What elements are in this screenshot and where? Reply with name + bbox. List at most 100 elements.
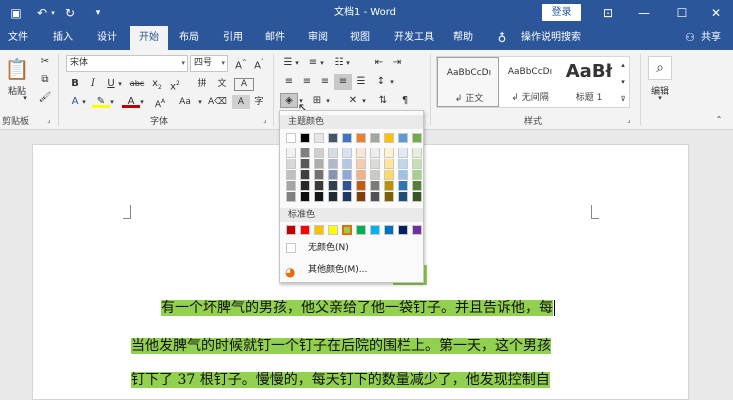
tab-home[interactable]: 开始 xyxy=(130,26,168,50)
font-launcher-icon[interactable]: ⌟ xyxy=(260,114,270,126)
tab-design[interactable]: 设计 xyxy=(88,26,126,50)
theme-shade-swatch[interactable] xyxy=(370,148,380,158)
style-heading-1[interactable]: AaBł 标题 1 xyxy=(561,57,617,107)
theme-shade-swatch[interactable] xyxy=(356,148,366,158)
theme-shade-swatch[interactable] xyxy=(412,170,422,180)
redo-icon[interactable]: ↻ xyxy=(60,3,80,23)
theme-shade-swatch[interactable] xyxy=(300,159,310,169)
theme-shade-swatch[interactable] xyxy=(342,159,352,169)
standard-color-swatch[interactable] xyxy=(370,225,380,235)
theme-shade-swatch[interactable] xyxy=(412,159,422,169)
theme-shade-swatch[interactable] xyxy=(342,170,352,180)
theme-shade-swatch[interactable] xyxy=(370,159,380,169)
theme-shade-swatch[interactable] xyxy=(356,170,366,180)
theme-shade-swatch[interactable] xyxy=(300,192,310,202)
tab-review[interactable]: 审阅 xyxy=(299,26,337,50)
tab-insert[interactable]: 插入 xyxy=(44,26,82,50)
tab-file[interactable]: 文件 xyxy=(0,26,36,50)
tab-developer[interactable]: 开发工具 xyxy=(386,26,442,50)
increase-indent-icon[interactable]: ⇥ xyxy=(388,55,406,71)
customize-toolbar-icon[interactable]: ▾ xyxy=(88,3,108,23)
minimize-icon[interactable]: — xyxy=(628,0,660,26)
bullets-dropdown-icon[interactable]: ▾ xyxy=(293,55,301,71)
theme-shade-swatch[interactable] xyxy=(398,159,408,169)
theme-shade-swatch[interactable] xyxy=(384,181,394,191)
distributed-icon[interactable]: ☰ xyxy=(352,74,370,90)
superscript-icon[interactable]: x2 xyxy=(166,76,184,92)
phonetic-guide-icon[interactable]: 文 xyxy=(212,76,232,92)
theme-shade-swatch[interactable] xyxy=(342,192,352,202)
change-case-icon[interactable]: 拼 xyxy=(190,76,214,92)
styles-more-icon[interactable]: ⊽ xyxy=(617,91,629,107)
text-effects-dropdown-icon[interactable]: ▾ xyxy=(80,94,88,110)
theme-shade-swatch[interactable] xyxy=(398,181,408,191)
case-dropdown-icon[interactable]: ▾ xyxy=(196,94,204,110)
theme-color-swatch[interactable] xyxy=(370,133,380,143)
theme-shade-swatch[interactable] xyxy=(412,181,422,191)
theme-shade-swatch[interactable] xyxy=(286,170,296,180)
style-normal[interactable]: AaBbCcDı ↲ 正文 xyxy=(437,57,499,107)
theme-shade-swatch[interactable] xyxy=(300,170,310,180)
standard-color-swatch[interactable] xyxy=(314,225,324,235)
standard-color-swatch[interactable] xyxy=(342,225,352,235)
copy-icon[interactable]: ⧉ xyxy=(36,72,54,88)
more-colors-item[interactable]: ◕ 其他颜色(M)... xyxy=(280,261,423,279)
theme-shade-swatch[interactable] xyxy=(342,148,352,158)
theme-shade-swatch[interactable] xyxy=(328,159,338,169)
numbering-dropdown-icon[interactable]: ▾ xyxy=(318,55,326,71)
borders-dropdown-icon[interactable]: ▾ xyxy=(324,93,332,109)
theme-shade-swatch[interactable] xyxy=(384,192,394,202)
theme-shade-swatch[interactable] xyxy=(314,181,324,191)
styles-launcher-icon[interactable]: ⌟ xyxy=(624,114,634,126)
standard-color-swatch[interactable] xyxy=(328,225,338,235)
standard-color-swatch[interactable] xyxy=(286,225,296,235)
theme-color-swatch[interactable] xyxy=(286,133,296,143)
standard-color-swatch[interactable] xyxy=(356,225,366,235)
close-icon[interactable]: ✕ xyxy=(700,0,732,26)
clear-format-icon[interactable]: A⌫ xyxy=(208,94,227,110)
theme-color-swatch[interactable] xyxy=(398,133,408,143)
theme-color-swatch[interactable] xyxy=(314,133,324,143)
asian-layout-dropdown-icon[interactable]: ▾ xyxy=(360,93,368,109)
lightbulb-icon[interactable]: ♁ xyxy=(492,26,512,50)
theme-shade-swatch[interactable] xyxy=(356,159,366,169)
theme-shade-swatch[interactable] xyxy=(286,181,296,191)
align-center-icon[interactable]: ≡ xyxy=(298,74,316,90)
line-spacing-dropdown-icon[interactable]: ▾ xyxy=(388,74,396,90)
theme-shade-swatch[interactable] xyxy=(412,192,422,202)
theme-shade-swatch[interactable] xyxy=(384,170,394,180)
theme-shade-swatch[interactable] xyxy=(314,148,324,158)
theme-shade-swatch[interactable] xyxy=(314,170,324,180)
grow-font-icon[interactable]: A^ xyxy=(232,55,250,71)
edit-dropdown-icon[interactable]: ▾ xyxy=(644,94,676,102)
tab-mailings[interactable]: 邮件 xyxy=(256,26,294,50)
no-color-item[interactable]: 无颜色(N) xyxy=(280,239,423,257)
theme-color-swatch[interactable] xyxy=(384,133,394,143)
align-right-icon[interactable]: ≡ xyxy=(316,74,334,90)
tab-references[interactable]: 引用 xyxy=(214,26,252,50)
standard-color-swatch[interactable] xyxy=(384,225,394,235)
subscript-icon[interactable]: x2 xyxy=(148,76,166,92)
theme-shade-swatch[interactable] xyxy=(328,170,338,180)
ribbon-display-options-icon[interactable]: ⊡ xyxy=(592,0,624,26)
undo-dropdown-icon[interactable]: ▾ xyxy=(48,3,58,23)
tab-view[interactable]: 视图 xyxy=(341,26,379,50)
theme-shade-swatch[interactable] xyxy=(370,192,380,202)
theme-shade-swatch[interactable] xyxy=(356,192,366,202)
tab-help[interactable]: 帮助 xyxy=(444,26,482,50)
theme-shade-swatch[interactable] xyxy=(314,192,324,202)
share-button[interactable]: 共享 xyxy=(698,26,724,50)
maximize-icon[interactable]: ☐ xyxy=(666,0,698,26)
theme-color-swatch[interactable] xyxy=(342,133,352,143)
font-color-dropdown-icon[interactable]: ▾ xyxy=(138,94,146,110)
multilevel-dropdown-icon[interactable]: ▾ xyxy=(344,55,352,71)
theme-shade-swatch[interactable] xyxy=(384,148,394,158)
theme-shade-swatch[interactable] xyxy=(314,159,324,169)
font-name-box[interactable]: 宋体 ▾ xyxy=(66,55,188,72)
justify-icon[interactable]: ≡ xyxy=(334,74,352,90)
styles-scroll-up-icon[interactable]: ▴ xyxy=(617,57,629,73)
show-marks-icon[interactable]: ¶ xyxy=(396,93,414,109)
theme-shade-swatch[interactable] xyxy=(342,181,352,191)
theme-shade-swatch[interactable] xyxy=(300,181,310,191)
decrease-indent-icon[interactable]: ⇤ xyxy=(370,55,388,71)
